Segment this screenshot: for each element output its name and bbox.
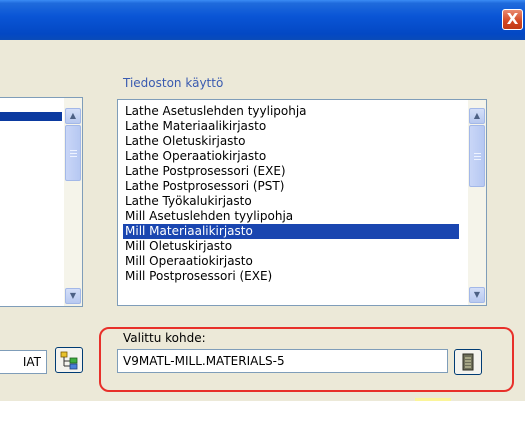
left-text-field[interactable]: IAT — [0, 350, 47, 374]
list-item[interactable]: Lathe Postprosessori (EXE) — [123, 164, 288, 179]
divider — [0, 401, 525, 403]
list-item[interactable]: Lathe Materiaalikirjasto — [123, 119, 268, 134]
tree-structure-icon — [60, 351, 78, 370]
scroll-down-arrow-icon[interactable]: ▼ — [65, 288, 81, 304]
list-item[interactable]: Lathe Oletuskirjasto — [123, 134, 247, 149]
list-item[interactable]: Mill Postprosessori (EXE) — [123, 269, 274, 284]
file-usage-scrollbar[interactable]: ▲ ▼ — [468, 100, 486, 305]
close-icon: X — [506, 10, 519, 28]
scroll-down-arrow-icon[interactable]: ▼ — [469, 287, 485, 303]
list-item[interactable]: Mill Operaatiokirjasto — [123, 254, 255, 269]
list-item[interactable]: Mill Oletuskirjasto — [123, 239, 234, 254]
left-list-box[interactable]: ▲ ▼ — [0, 97, 83, 307]
file-usage-list[interactable]: Lathe Asetuslehden tyylipohja Lathe Mate… — [117, 99, 487, 306]
file-usage-caption: Tiedoston käyttö — [123, 76, 224, 90]
scroll-thumb[interactable] — [469, 125, 485, 187]
list-item[interactable]: Mill Asetuslehden tyylipohja — [123, 209, 295, 224]
title-bar[interactable]: X — [0, 0, 525, 40]
tree-button[interactable] — [55, 347, 83, 373]
left-list-selected-row[interactable] — [0, 112, 62, 121]
close-button[interactable]: X — [502, 9, 523, 30]
browse-button[interactable] — [454, 349, 482, 375]
list-item[interactable]: Lathe Asetuslehden tyylipohja — [123, 104, 309, 119]
left-list-scrollbar[interactable]: ▲ ▼ — [64, 98, 82, 306]
selected-target-caption: Valittu kohde: — [123, 331, 206, 345]
dialog-window: X ▲ ▼ Tiedoston käyttö Lathe Asetuslehde… — [0, 0, 525, 401]
list-item[interactable]: Lathe Työkalukirjasto — [123, 194, 254, 209]
document-browse-icon — [462, 353, 474, 371]
scroll-thumb[interactable] — [65, 125, 81, 181]
scroll-up-arrow-icon[interactable]: ▲ — [65, 108, 81, 124]
scroll-up-arrow-icon[interactable]: ▲ — [469, 108, 485, 124]
list-item[interactable]: Lathe Postprosessori (PST) — [123, 179, 286, 194]
list-item[interactable]: Lathe Operaatiokirjasto — [123, 149, 268, 164]
selected-target-field[interactable]: V9MATL-MILL.MATERIALS-5 — [117, 349, 448, 373]
list-item-selected[interactable]: Mill Materiaalikirjasto — [123, 224, 459, 239]
